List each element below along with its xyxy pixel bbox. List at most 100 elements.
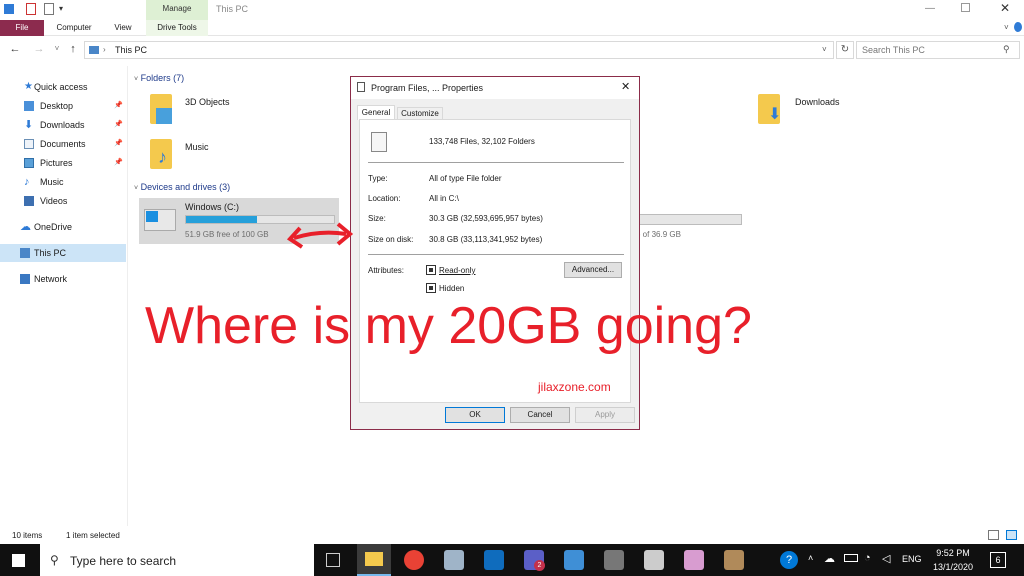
properties-icon[interactable] [26,3,36,15]
pin-icon[interactable]: 📌 [114,135,123,153]
chrome-icon[interactable] [404,550,424,570]
videos-icon [24,196,34,206]
cloud-icon: ☁ [20,221,31,233]
help-icon[interactable] [1014,22,1022,32]
sidebar-item-downloads[interactable]: ⬇ Downloads 📌 [0,116,126,134]
forward-button[interactable]: → [32,42,46,56]
folder-item-downloads[interactable]: ⬇ Downloads [750,88,950,132]
tab-file[interactable]: File [0,20,44,36]
apply-button[interactable]: Apply [575,407,635,423]
separator [368,254,624,255]
volume-icon[interactable]: ◁ [882,552,890,565]
dialog-close-button[interactable]: ✕ [621,80,630,93]
search-input[interactable]: Search This PC [862,45,925,55]
pc-icon [89,46,99,54]
taskbar-search-box[interactable]: ⚲ Type here to search [40,544,314,576]
size-value: 30.3 GB (32,593,695,957 bytes) [429,214,543,223]
address-dropdown-icon[interactable]: ˅ [822,45,827,54]
pictures-icon [24,158,34,168]
cancel-button[interactable]: Cancel [510,407,570,423]
task-view-icon[interactable] [326,553,340,567]
tab-general[interactable]: General [357,105,395,120]
installer-icon[interactable] [604,550,624,570]
location-value: All in C:\ [429,194,459,203]
sidebar-item-network[interactable]: Network [0,270,126,288]
outlook-icon[interactable] [484,550,504,570]
sidebar-item-label: Pictures [40,158,73,168]
sidebar-item-label: This PC [34,248,67,258]
manage-tab-header: Manage [146,0,208,20]
wifi-icon[interactable]: ◔ [864,552,871,564]
sidebar-item-label: Videos [40,196,68,206]
new-folder-icon[interactable] [44,3,54,15]
clock-time[interactable]: 9:52 PM [932,548,974,558]
back-button[interactable]: ← [8,42,22,56]
help-icon[interactable]: ? [780,551,798,569]
address-box[interactable]: › This PC ˅ [84,41,834,59]
location-label: Location: [368,194,401,203]
tab-view[interactable]: View [108,20,138,36]
tab-drive-tools[interactable]: Drive Tools [146,20,208,36]
taskbar-search-input[interactable]: Type here to search [70,554,176,568]
devices-group-header[interactable]: ˅ Devices and drives (3) [134,182,230,192]
sidebar-item-documents[interactable]: Documents 📌 [0,135,126,153]
sidebar-item-videos[interactable]: Videos [0,192,126,210]
pin-icon[interactable]: 📌 [114,116,123,134]
folder-item-3d-objects[interactable]: 3D Objects [138,88,338,132]
restore-button[interactable] [961,3,970,12]
dialog-title-bar[interactable]: Program Files, ... Properties ✕ [351,77,639,99]
sidebar-item-pictures[interactable]: Pictures 📌 [0,154,126,172]
separator [368,162,624,163]
documents-icon [24,139,34,149]
teams-icon[interactable]: 2 [524,550,545,571]
breadcrumb[interactable]: This PC [115,45,147,55]
sidebar-item-music[interactable]: ♪ Music [0,173,126,191]
notes-app-icon[interactable] [564,550,584,570]
minimize-button[interactable]: — [925,3,935,14]
navigation-pane: ★ Quick access Desktop 📌 ⬇ Downloads 📌 D… [0,70,126,520]
close-button[interactable]: ✕ [1000,1,1010,15]
clock-date[interactable]: 13/1/2020 [928,562,978,572]
readonly-checkbox[interactable] [426,265,436,275]
remote-desktop-icon[interactable] [444,550,464,570]
up-button[interactable]: ↑ [66,42,80,56]
ok-button[interactable]: OK [445,407,505,423]
large-icons-view-icon[interactable] [1006,530,1017,540]
app-icon[interactable] [724,550,744,570]
calculator-icon[interactable] [644,550,664,570]
show-hidden-icons-icon[interactable]: ˄ [808,553,813,563]
devices-header-label: Devices and drives (3) [140,182,231,192]
folders-header-label: Folders (7) [140,73,185,83]
start-button[interactable] [12,554,25,567]
expand-ribbon-icon[interactable]: ˅ [1004,23,1009,32]
sidebar-item-quick-access[interactable]: ★ Quick access [0,78,126,96]
file-icon [357,82,365,92]
sidebar-item-onedrive[interactable]: ☁ OneDrive [0,218,126,236]
paint-icon[interactable] [684,550,704,570]
onedrive-cloud-icon[interactable]: ☁ [824,552,835,565]
refresh-button[interactable]: ↻ [836,41,854,59]
folders-group-header[interactable]: ˅ Folders (7) [134,73,184,83]
details-view-icon[interactable] [988,530,999,540]
search-box[interactable]: Search This PC ⚲ [856,41,1020,59]
drive-free-space: 51.9 GB free of 100 GB [185,230,269,239]
folder-label: Music [185,142,209,152]
customize-quick-access-icon[interactable]: ▾ [59,4,63,13]
sidebar-item-label: OneDrive [34,222,73,232]
sidebar-item-this-pc[interactable]: This PC [0,244,126,262]
recent-locations-icon[interactable]: ˅ [50,42,64,56]
pin-icon[interactable]: 📌 [114,154,123,172]
star-icon: ★ [24,81,33,92]
folder-label: 3D Objects [185,97,230,107]
action-center-button[interactable]: 6 [990,552,1006,568]
taskbar: ⚲ Type here to search 2 ? ˄ ☁ ◔ ◁ ENG 9:… [0,544,1024,576]
pin-icon[interactable]: 📌 [114,97,123,115]
pane-divider[interactable] [127,66,128,526]
sidebar-item-desktop[interactable]: Desktop 📌 [0,97,126,115]
language-indicator[interactable]: ENG [902,554,922,564]
advanced-button[interactable]: Advanced... [564,262,622,278]
tab-computer[interactable]: Computer [50,20,98,36]
battery-icon[interactable] [844,554,858,562]
file-explorer-taskbar-button[interactable] [357,544,391,576]
folder-item-music[interactable]: ♪ Music [138,133,338,177]
